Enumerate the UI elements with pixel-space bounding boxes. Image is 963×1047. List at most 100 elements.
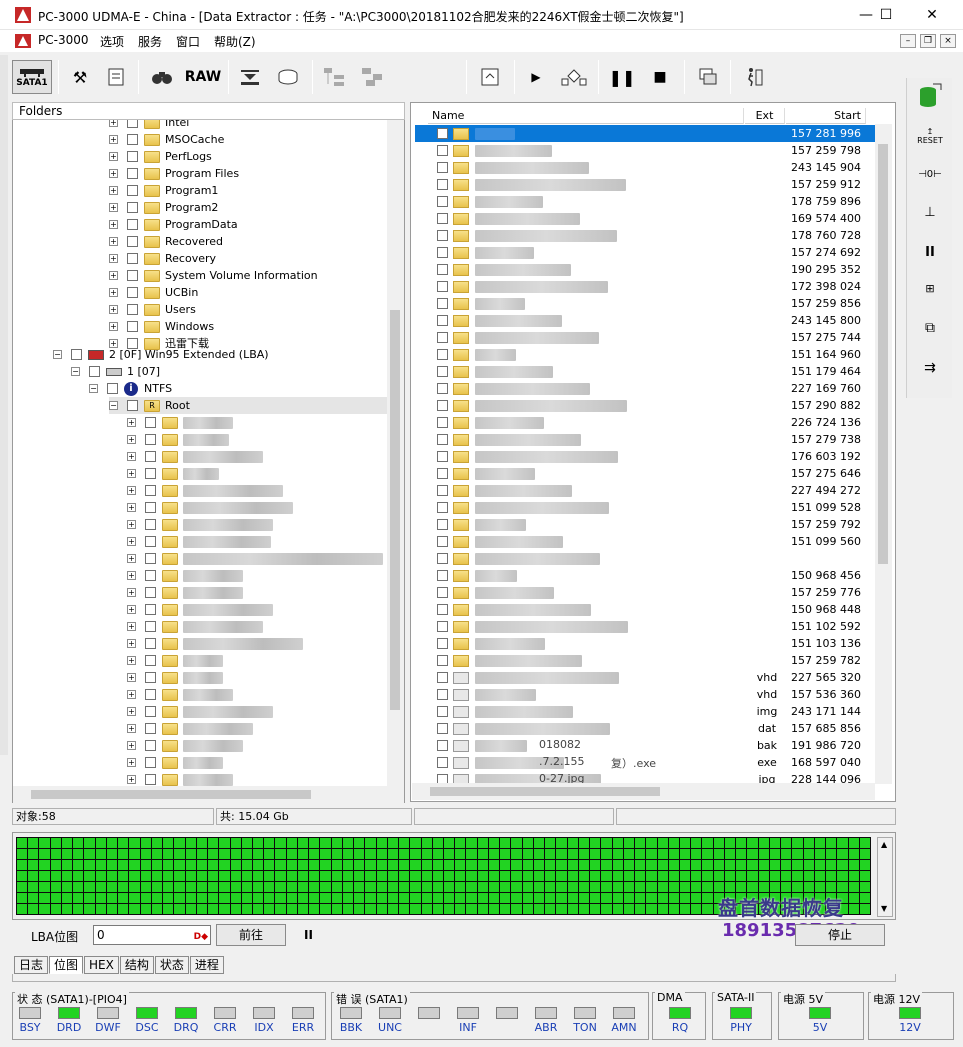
file-row[interactable]: 157 275 744 [415, 329, 875, 346]
row-checkbox[interactable] [437, 196, 448, 207]
checkbox[interactable] [127, 270, 138, 281]
checkbox[interactable] [127, 185, 138, 196]
expand-toggle[interactable]: − [89, 384, 98, 393]
row-checkbox[interactable] [437, 332, 448, 343]
row-checkbox[interactable] [437, 281, 448, 292]
checkbox[interactable] [145, 434, 156, 445]
file-row[interactable]: 157 259 792 [415, 516, 875, 533]
expand-toggle[interactable]: + [109, 169, 118, 178]
expand-toggle[interactable]: + [127, 758, 136, 767]
disk-item[interactable]: − 1 [07] [71, 363, 160, 380]
row-checkbox[interactable] [437, 213, 448, 224]
row-checkbox[interactable] [437, 230, 448, 241]
root-child-item[interactable]: + [127, 737, 243, 754]
raw-button[interactable]: RAW [182, 60, 224, 94]
checkbox[interactable] [127, 202, 138, 213]
row-checkbox[interactable] [437, 553, 448, 564]
row-checkbox[interactable] [437, 349, 448, 360]
folder-item[interactable]: + Program2 [109, 199, 218, 216]
connectors-icon[interactable]: ⇉ [913, 354, 947, 382]
checkbox[interactable] [127, 134, 138, 145]
row-checkbox[interactable] [437, 485, 448, 496]
tree-horizontal-scrollbar[interactable] [13, 786, 404, 803]
root-child-item[interactable]: + [127, 414, 233, 431]
stop-icon[interactable]: ■ [642, 60, 678, 94]
file-row[interactable]: 176 603 192 [415, 448, 875, 465]
expand-toggle[interactable]: + [127, 571, 136, 580]
file-row[interactable]: vhd 227 565 320 [415, 669, 875, 686]
root-child-item[interactable]: + [127, 567, 243, 584]
checkbox[interactable] [145, 706, 156, 717]
expand-toggle[interactable]: + [109, 322, 118, 331]
tab-structure[interactable]: 结构 [119, 956, 154, 974]
checkbox[interactable] [127, 236, 138, 247]
checkbox[interactable] [145, 519, 156, 530]
expand-toggle[interactable]: + [127, 588, 136, 597]
expand-toggle[interactable]: + [127, 707, 136, 716]
checkbox[interactable] [145, 621, 156, 632]
expand-toggle[interactable]: + [127, 452, 136, 461]
checkbox[interactable] [145, 502, 156, 513]
checkbox[interactable] [145, 570, 156, 581]
folder-item[interactable]: + Users [109, 301, 196, 318]
folder-item[interactable]: + Intel [109, 120, 189, 131]
checkbox[interactable] [145, 587, 156, 598]
file-row[interactable]: 226 724 136 [415, 414, 875, 431]
fs-item[interactable]: − i NTFS [89, 380, 172, 397]
checkbox[interactable] [127, 151, 138, 162]
column-header-name[interactable]: Name [428, 108, 744, 124]
mdi-close-button[interactable]: × [940, 34, 956, 48]
checkbox[interactable] [145, 451, 156, 462]
checkbox[interactable] [145, 638, 156, 649]
disk-icon[interactable] [270, 60, 306, 94]
expand-toggle[interactable]: + [127, 741, 136, 750]
reset-icon[interactable]: ↥ RESET [913, 122, 947, 150]
tab-process[interactable]: 进程 [189, 956, 224, 974]
folder-item[interactable]: + System Volume Information [109, 267, 318, 284]
folder-item[interactable]: + ProgramData [109, 216, 238, 233]
sata1-port-button[interactable]: SATA1 [12, 60, 52, 94]
file-row[interactable]: bak 191 986 720 [415, 737, 875, 754]
folder-item[interactable]: + Recovered [109, 233, 223, 250]
column-header-ext[interactable]: Ext [745, 108, 785, 124]
checkbox[interactable] [127, 168, 138, 179]
branch-icon[interactable] [556, 60, 592, 94]
expand-toggle[interactable]: + [127, 622, 136, 631]
file-row[interactable]: 157 259 912 [415, 176, 875, 193]
row-checkbox[interactable] [437, 179, 448, 190]
expand-toggle[interactable]: + [127, 418, 136, 427]
root-child-item[interactable]: + [127, 516, 273, 533]
tab-log[interactable]: 日志 [14, 956, 49, 974]
expand-toggle[interactable]: − [71, 367, 80, 376]
row-checkbox[interactable] [437, 383, 448, 394]
pause-icon[interactable]: ❚❚ [604, 60, 640, 94]
expand-toggle[interactable]: + [127, 554, 136, 563]
drive-db-icon[interactable] [913, 82, 947, 110]
row-checkbox[interactable] [437, 298, 448, 309]
zero-power-icon[interactable]: ⊣0⊢ [913, 160, 947, 188]
root-child-item[interactable]: + [127, 584, 243, 601]
file-row[interactable] [415, 550, 875, 567]
row-checkbox[interactable] [437, 128, 448, 139]
play-icon[interactable]: ▶ [518, 60, 554, 94]
checkbox[interactable] [145, 553, 156, 564]
file-row[interactable]: 150 968 448 [415, 601, 875, 618]
checkbox[interactable] [127, 304, 138, 315]
expand-toggle[interactable]: + [109, 254, 118, 263]
row-checkbox[interactable] [437, 451, 448, 462]
row-checkbox[interactable] [437, 502, 448, 513]
bitmap-scrollbar[interactable]: ▲ ▼ [877, 837, 893, 917]
checkbox[interactable] [145, 468, 156, 479]
tree-structure-icon[interactable] [316, 60, 352, 94]
file-row[interactable]: 157 281 996 [415, 125, 875, 142]
root-item[interactable]: − R Root [109, 397, 391, 414]
root-child-item[interactable]: + [127, 703, 273, 720]
file-row[interactable]: 151 099 560 [415, 533, 875, 550]
checkbox[interactable] [145, 723, 156, 734]
checkbox[interactable] [127, 287, 138, 298]
root-child-item[interactable]: + [127, 482, 283, 499]
mdi-restore-button[interactable]: ❐ [920, 34, 936, 48]
root-child-item[interactable]: + [127, 499, 293, 516]
expand-toggle[interactable]: + [127, 435, 136, 444]
expand-toggle[interactable]: + [109, 186, 118, 195]
